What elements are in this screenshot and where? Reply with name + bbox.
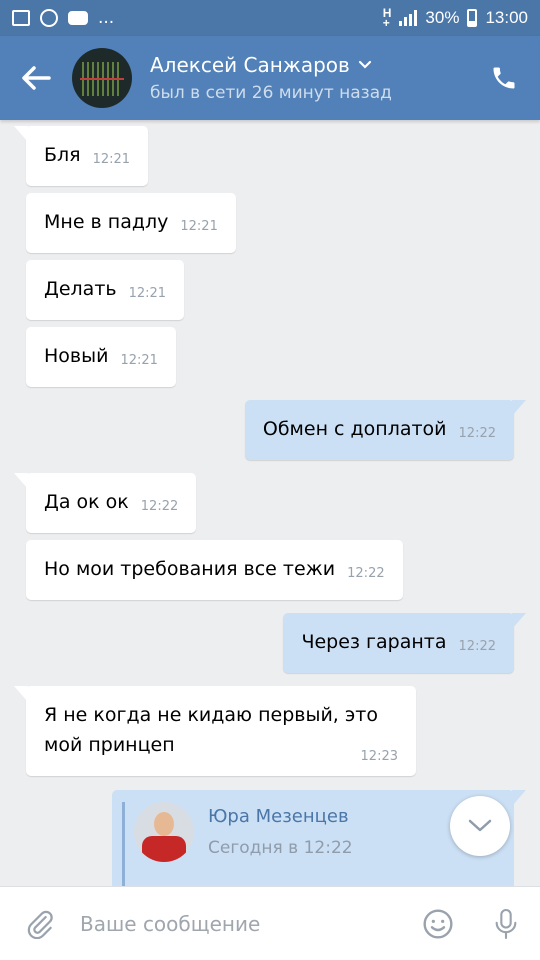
microphone-icon (495, 908, 517, 939)
message-bubble[interactable]: Новый 12:21 (26, 327, 176, 387)
forward-time: Сегодня в 12:22 (208, 838, 353, 858)
message-time: 12:22 (347, 566, 385, 581)
message-bubble[interactable]: Но мои требования все тежи 12:22 (26, 540, 403, 600)
message-text: Делать (44, 278, 117, 300)
message-text: Бля (44, 144, 81, 166)
message-list[interactable]: Бля 12:21 Мне в падлу 12:21 Делать 12:21 Но… (0, 120, 540, 886)
scroll-down-button[interactable] (450, 796, 510, 856)
message-text: Мне в падлу (44, 211, 169, 233)
more-notifications: ... (98, 8, 115, 28)
message-bubble-outgoing[interactable]: Обмен с доплатой 12:22 (244, 400, 527, 460)
arrow-left-icon (22, 66, 51, 90)
call-button[interactable] (468, 36, 540, 120)
forward-author-avatar[interactable] (134, 802, 194, 862)
forward-bar (122, 802, 125, 886)
message-time: 12:22 (458, 639, 496, 654)
status-bar: ... H + 30% 13:00 (0, 0, 540, 36)
message-text: Через гаранта (301, 631, 447, 653)
paperclip-icon (27, 910, 53, 939)
contact-name: Алексей Санжаров (150, 53, 350, 77)
message-time: 12:21 (120, 353, 158, 368)
message-time: 12:22 (140, 499, 179, 514)
chevron-down-icon (358, 60, 371, 69)
message-bubble[interactable]: Я не когда не кидаю первый, это мой прин… (14, 686, 416, 776)
forward-author-name[interactable]: Юра Мезенцев (208, 806, 349, 827)
message-text: Но мои требования все тежи (44, 558, 336, 580)
message-bubble[interactable]: Да ок ок 12:22 (13, 473, 197, 533)
avatar[interactable] (72, 48, 132, 108)
last-seen: был в сети 26 минут назад (150, 83, 392, 103)
message-bubble-outgoing[interactable]: Через гаранта 12:22 (283, 613, 526, 673)
back-button[interactable] (0, 36, 72, 120)
message-text: Новый (44, 345, 109, 367)
message-time: 12:22 (458, 426, 496, 441)
message-bubble[interactable]: Бля 12:21 (13, 126, 149, 186)
message-text: Я не когда не кидаю первый, это мой прин… (44, 704, 379, 756)
message-bubble[interactable]: Мне в падлу 12:21 (26, 193, 236, 253)
youtube-icon (68, 11, 88, 25)
voice-message-button[interactable] (472, 907, 540, 941)
gallery-icon (12, 10, 30, 26)
clock: 13:00 (485, 8, 528, 27)
message-text: Обмен с доплатой (262, 418, 447, 440)
smile-icon (423, 908, 453, 939)
hplus-icon: H + (382, 6, 392, 30)
signal-icon (399, 10, 418, 26)
contact-info[interactable]: Алексей Санжаров был в сети 26 минут наз… (150, 53, 468, 103)
message-bubble[interactable]: Делать 12:21 (26, 260, 185, 320)
message-text: Да ок ок (44, 491, 129, 513)
attach-button[interactable] (0, 909, 80, 939)
sync-icon (40, 9, 58, 27)
chevron-down-icon (468, 819, 492, 832)
message-compose-bar (0, 886, 540, 960)
message-time: 12:23 (360, 749, 398, 764)
emoji-button[interactable] (404, 908, 472, 940)
message-time: 12:21 (92, 152, 131, 167)
battery-icon (467, 9, 478, 27)
message-time: 12:21 (128, 286, 167, 301)
battery-percent: 30% (425, 8, 460, 27)
phone-icon (493, 67, 515, 89)
chat-header: Алексей Санжаров был в сети 26 минут наз… (0, 36, 540, 120)
message-input[interactable] (80, 911, 404, 936)
message-time: 12:21 (180, 219, 218, 234)
